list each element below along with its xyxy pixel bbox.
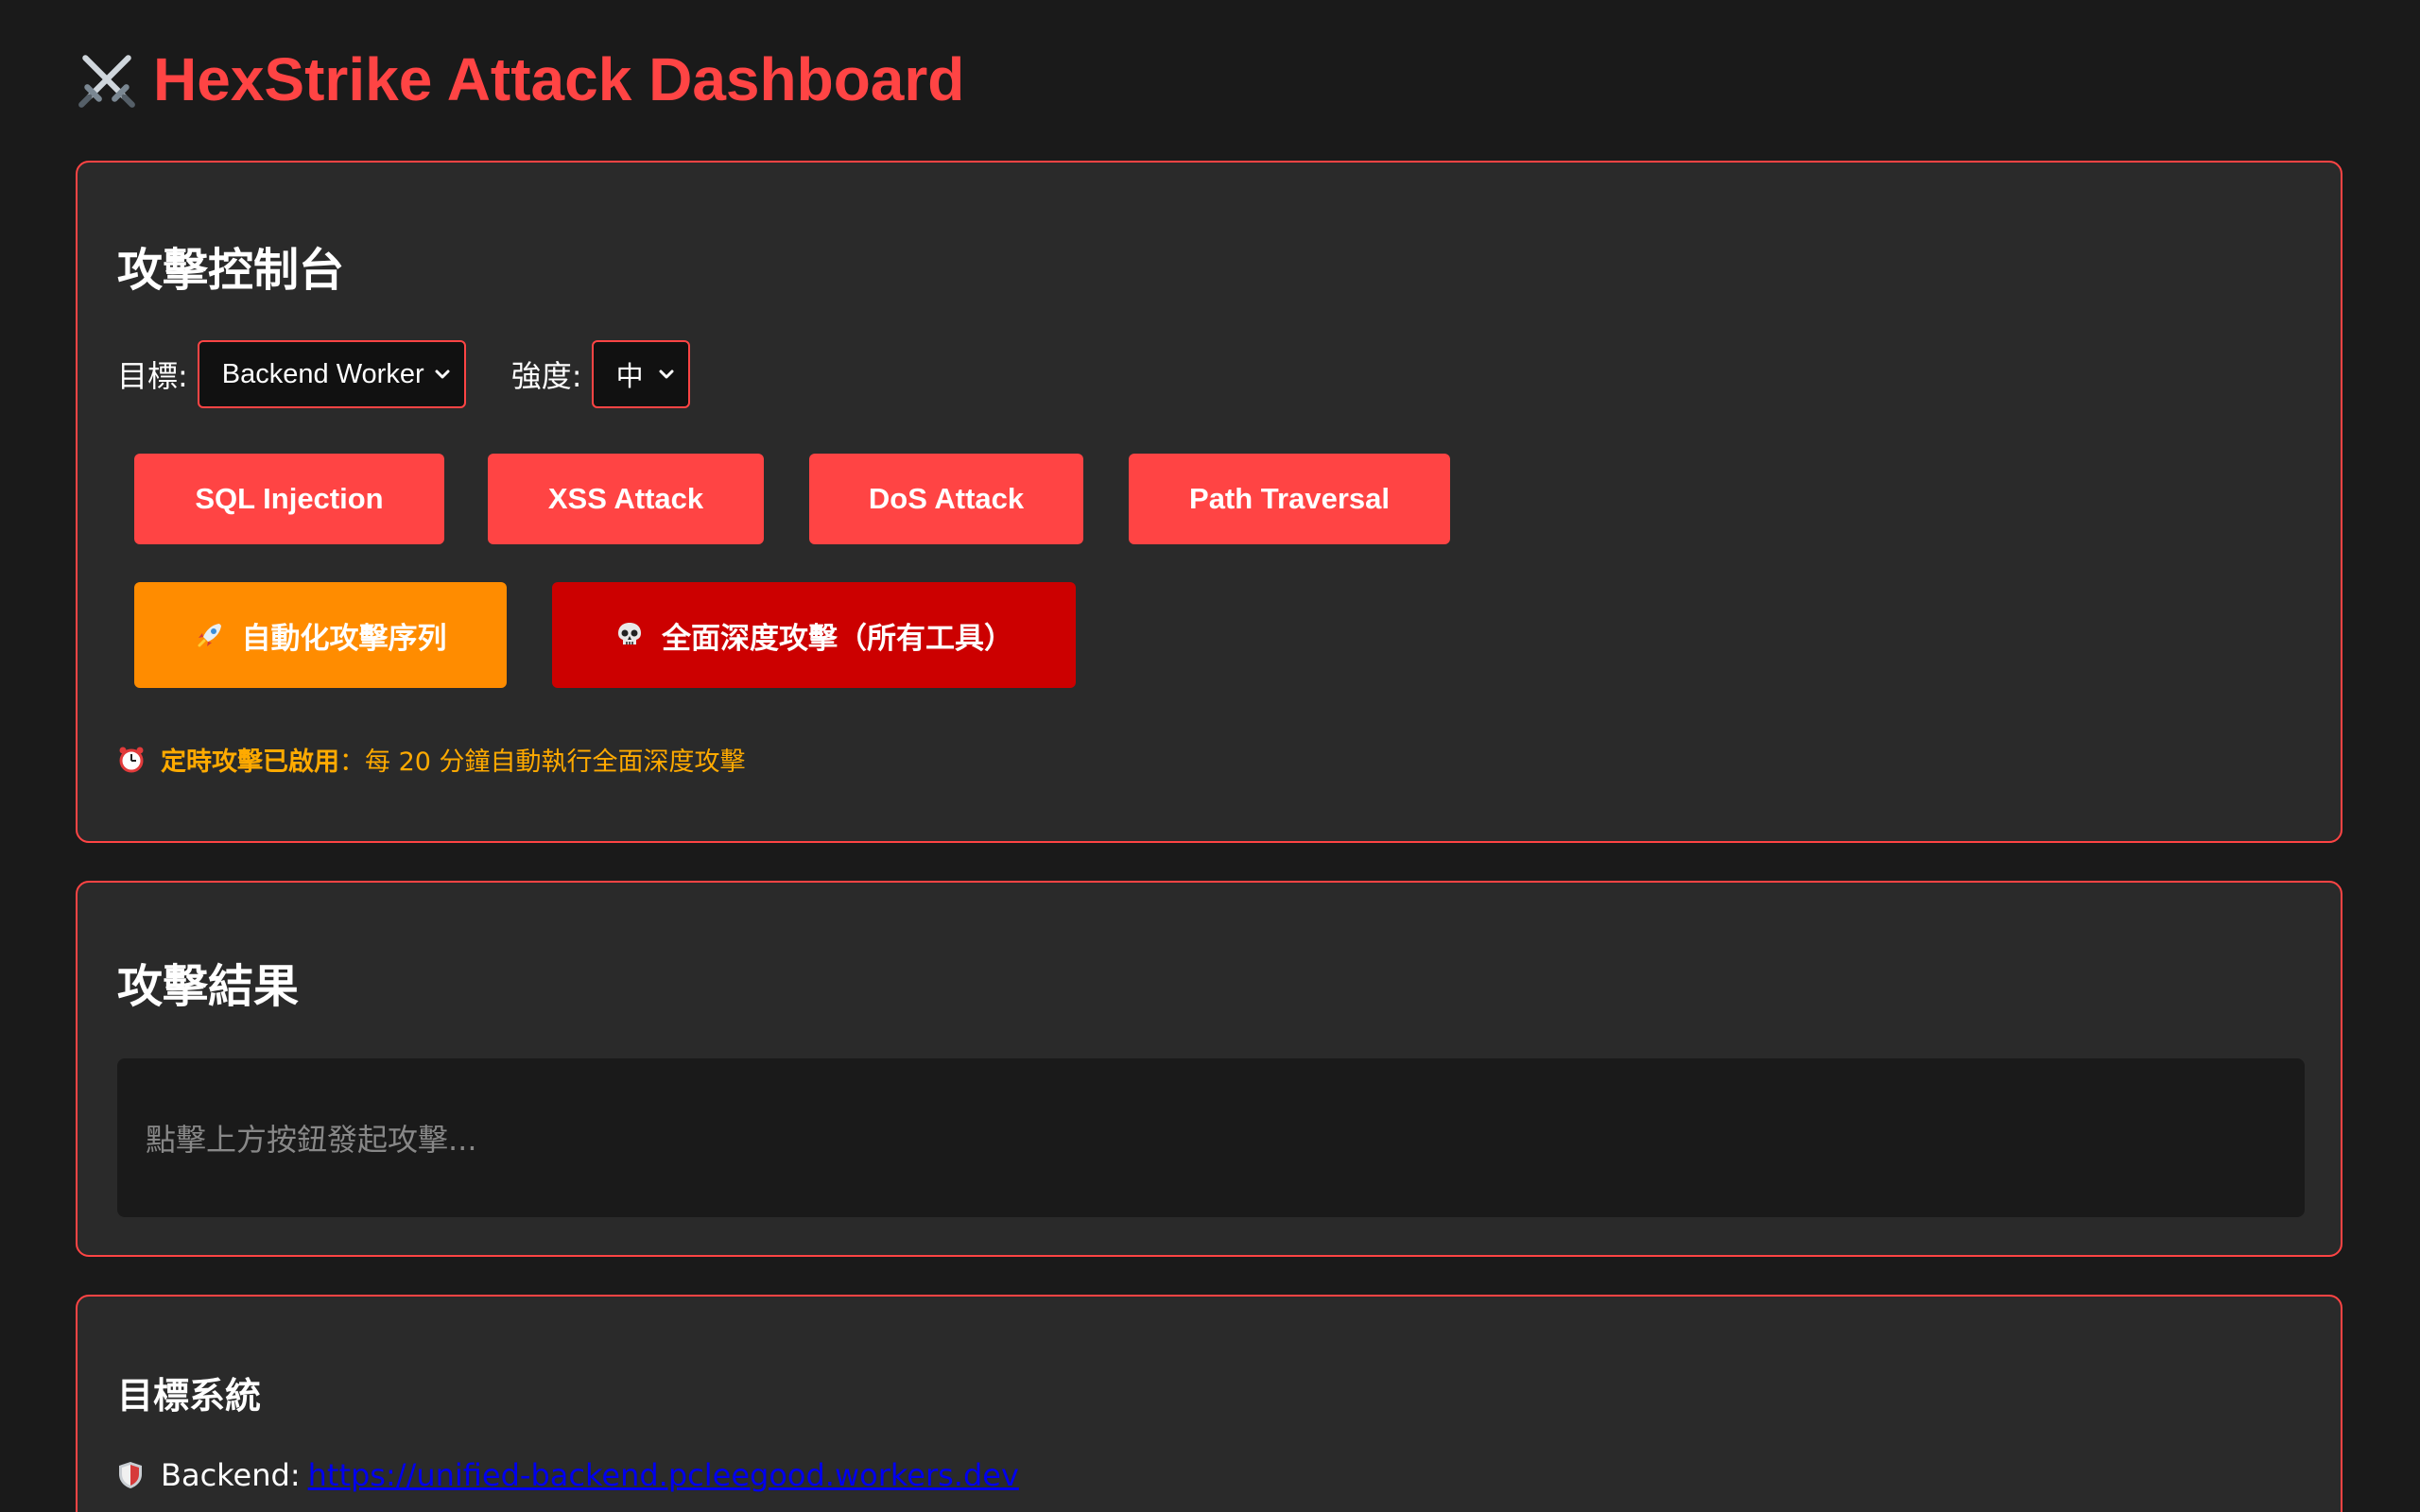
backend-label: Backend:: [161, 1457, 301, 1493]
schedule-status-strong: 定時攻擊已啟用: [161, 747, 339, 777]
crossed-swords-icon: [78, 55, 135, 108]
page-title: HexStrike Attack Dashboard: [76, 42, 964, 117]
target-systems-heading: 目標系統: [117, 1375, 262, 1417]
attack-results-placeholder: 點擊上方按鈕發起攻擊...: [146, 1122, 477, 1158]
auto-attack-sequence-button[interactable]: 自動化攻擊序列: [134, 582, 507, 688]
dashboard-page: HexStrike Attack Dashboard 攻擊控制台 目標: Bac…: [0, 0, 2420, 1512]
path-traversal-button[interactable]: Path Traversal: [1129, 454, 1450, 544]
full-deep-attack-button[interactable]: 全面深度攻擊（所有工具）: [552, 582, 1076, 688]
sql-injection-button[interactable]: SQL Injection: [134, 454, 444, 544]
dos-attack-button[interactable]: DoS Attack: [809, 454, 1083, 544]
backend-target-item: Backend: https://unified-backend.pcleego…: [117, 1457, 1019, 1493]
attack-options-row: 目標: Backend Worker 強度: 中: [117, 340, 690, 408]
rocket-icon: [198, 624, 221, 647]
target-select[interactable]: Backend Worker: [197, 340, 466, 408]
backend-url-link[interactable]: https://unified-backend.pcleegood.worker…: [308, 1457, 1019, 1493]
page-title-text: HexStrike Attack Dashboard: [153, 45, 965, 113]
strength-select-value: 中: [615, 362, 644, 392]
chevron-down-icon: [435, 369, 450, 379]
alarm-clock-icon: [119, 747, 144, 772]
attack-control-panel: 攻擊控制台 目標: Backend Worker 強度: 中 SQL Injec…: [76, 161, 2342, 843]
skull-icon: [618, 623, 641, 644]
schedule-status: 定時攻擊已啟用 ：每 20 分鐘自動執行全面深度攻擊: [117, 741, 746, 778]
full-deep-attack-label: 全面深度攻擊（所有工具）: [662, 621, 1013, 655]
attack-results-panel: 攻擊結果 點擊上方按鈕發起攻擊...: [76, 881, 2342, 1257]
shield-icon: [119, 1462, 142, 1488]
target-select-value: Backend Worker: [221, 358, 424, 389]
attack-results-output: 點擊上方按鈕發起攻擊...: [117, 1058, 2305, 1217]
target-systems-panel: 目標系統 Backend: https://unified-backend.pc…: [76, 1295, 2342, 1512]
schedule-status-text: ：每 20 分鐘自動執行全面深度攻擊: [339, 747, 746, 777]
target-label: 目標:: [117, 358, 188, 394]
strength-select[interactable]: 中: [591, 340, 690, 408]
xss-attack-button[interactable]: XSS Attack: [488, 454, 764, 544]
chevron-down-icon: [659, 369, 674, 379]
attack-control-heading: 攻擊控制台: [117, 244, 345, 297]
strength-label: 強度:: [510, 358, 582, 394]
auto-attack-sequence-label: 自動化攻擊序列: [241, 621, 447, 655]
attack-results-heading: 攻擊結果: [117, 960, 300, 1013]
